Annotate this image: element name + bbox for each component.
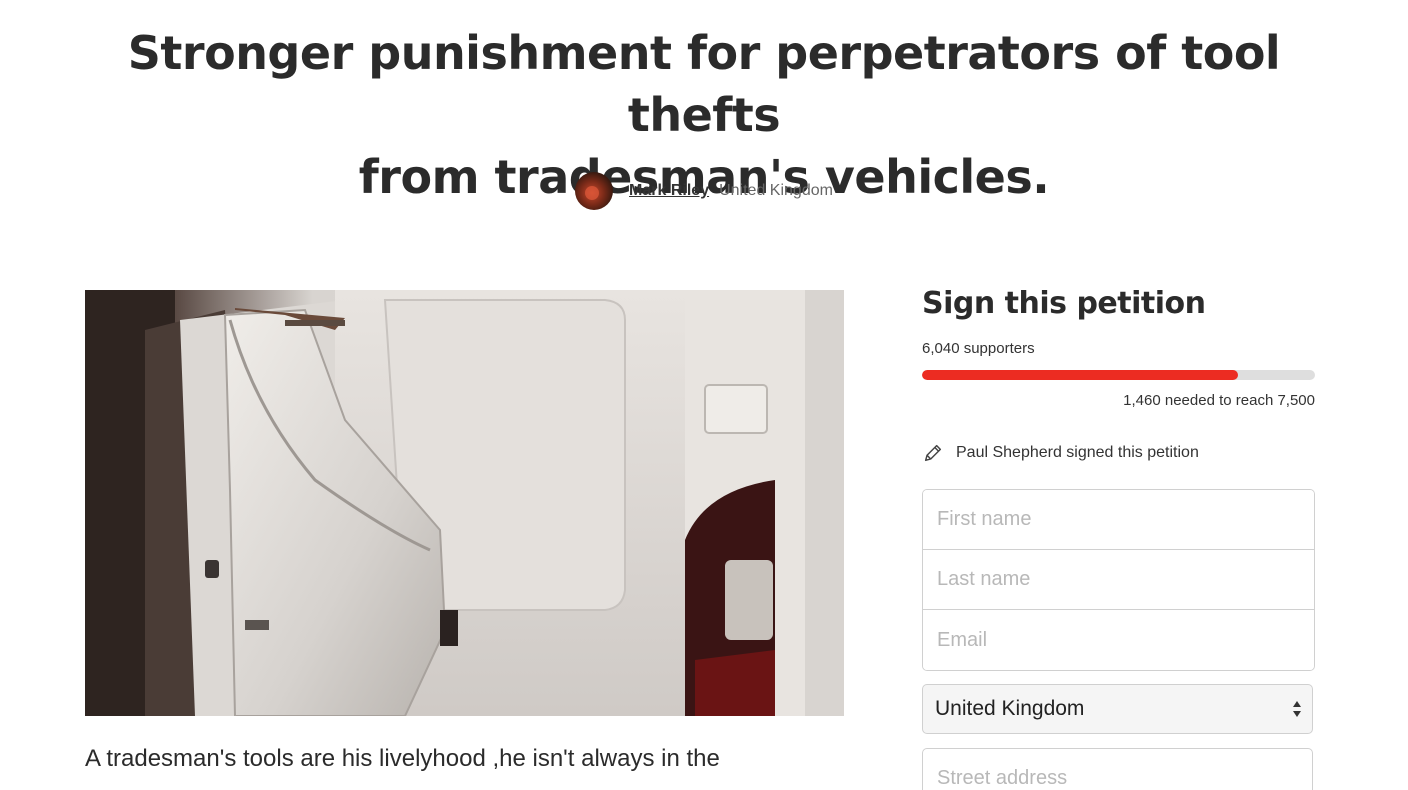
pencil-icon bbox=[924, 444, 942, 462]
author-row: Mark Riley United Kingdom bbox=[0, 172, 1408, 210]
author-location: United Kingdom bbox=[719, 182, 833, 199]
last-name-field[interactable] bbox=[923, 550, 1314, 610]
van-illustration bbox=[85, 290, 844, 716]
author-name-link[interactable]: Mark Riley bbox=[629, 182, 709, 200]
progress-fill bbox=[922, 370, 1239, 380]
avatar[interactable] bbox=[575, 172, 614, 210]
hero-image bbox=[85, 290, 844, 716]
petition-page: Stronger punishment for perpetrators of … bbox=[0, 0, 1408, 790]
email-field[interactable] bbox=[923, 610, 1314, 670]
updown-arrows-icon bbox=[1292, 700, 1302, 718]
name-email-fields bbox=[922, 489, 1315, 671]
progress-bar bbox=[922, 370, 1315, 380]
petition-body-excerpt: A tradesman's tools are his livelyhood ,… bbox=[85, 745, 720, 772]
petition-title-line-1: Stronger punishment for perpetrators of … bbox=[127, 26, 1281, 142]
sign-heading: Sign this petition bbox=[922, 286, 1206, 321]
street-address-field[interactable] bbox=[922, 748, 1313, 790]
first-name-field[interactable] bbox=[923, 490, 1314, 550]
country-select[interactable]: United Kingdom bbox=[922, 684, 1313, 734]
recent-signer-text: Paul Shepherd signed this petition bbox=[956, 444, 1199, 461]
supporters-count: 6,040 supporters bbox=[922, 340, 1035, 357]
recent-signer: Paul Shepherd signed this petition bbox=[922, 442, 1315, 464]
country-select-value: United Kingdom bbox=[935, 697, 1085, 720]
sign-sidebar: Sign this petition 6,040 supporters 1,46… bbox=[922, 282, 1315, 790]
needed-text: 1,460 needed to reach 7,500 bbox=[1123, 392, 1315, 409]
